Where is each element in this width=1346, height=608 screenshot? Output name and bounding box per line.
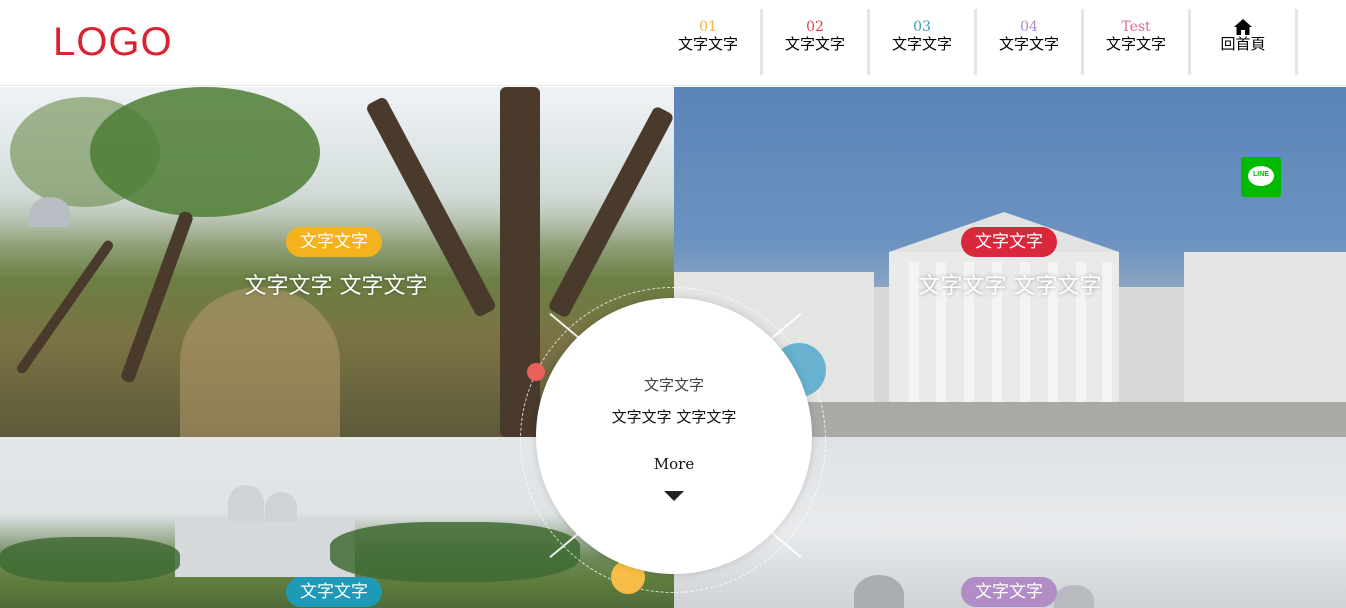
nav-number: 04 — [1020, 19, 1038, 35]
nav-item-03[interactable]: 03 文字文字 — [870, 9, 977, 75]
line-share-button[interactable]: LINE — [1241, 157, 1281, 197]
line-icon-text: LINE — [1253, 171, 1269, 178]
nav-label: 文字文字 — [891, 35, 952, 53]
building-wing — [1184, 252, 1346, 422]
logo[interactable]: LOGO — [53, 18, 173, 66]
tree-trunk — [547, 105, 674, 319]
intro-circle: 文字文字 文字文字 文字文字 More — [536, 298, 812, 574]
tile-title: 文字文字 文字文字 — [244, 274, 428, 299]
caret-down-icon[interactable] — [664, 491, 684, 501]
dome — [30, 197, 70, 227]
nav-number: 02 — [806, 19, 824, 35]
dome — [1054, 585, 1094, 608]
circle-subtitle: 文字文字 — [643, 376, 704, 394]
dome — [228, 485, 264, 521]
nav-label: 文字文字 — [677, 35, 738, 53]
tree-trunk — [15, 238, 115, 376]
nav-label: 文字文字 — [1105, 35, 1166, 53]
tree-foliage — [90, 87, 320, 217]
category-badge[interactable]: 文字文字 — [961, 227, 1057, 257]
circle-title: 文字文字 文字文字 — [611, 408, 737, 426]
nav-item-04[interactable]: 04 文字文字 — [977, 9, 1084, 75]
nav-number: 03 — [913, 19, 931, 35]
nav-number: Test — [1121, 19, 1151, 35]
main-nav: 01 文字文字 02 文字文字 03 文字文字 04 文字文字 Test 文字文… — [656, 9, 1298, 75]
nav-item-test[interactable]: Test 文字文字 — [1084, 9, 1191, 75]
category-badge[interactable]: 文字文字 — [286, 227, 382, 257]
dirt-path — [180, 287, 340, 437]
category-badge[interactable]: 文字文字 — [286, 577, 382, 607]
site-header: LOGO 01 文字文字 02 文字文字 03 文字文字 04 文字文字 Tes… — [0, 0, 1346, 86]
home-icon — [1234, 19, 1252, 35]
tree-line — [0, 537, 180, 582]
tile-title: 文字文字 文字文字 — [918, 274, 1102, 299]
nav-number: 01 — [699, 19, 717, 35]
nav-label: 文字文字 — [784, 35, 845, 53]
dome — [854, 575, 904, 608]
nav-item-home[interactable]: 回首頁 — [1191, 9, 1298, 75]
nav-label: 回首頁 — [1220, 35, 1266, 53]
nav-item-01[interactable]: 01 文字文字 — [656, 9, 763, 75]
nav-label: 文字文字 — [998, 35, 1059, 53]
tree-line — [330, 522, 580, 582]
more-link[interactable]: More — [536, 455, 812, 473]
dome — [265, 492, 297, 522]
category-badge[interactable]: 文字文字 — [961, 577, 1057, 607]
nav-item-02[interactable]: 02 文字文字 — [763, 9, 870, 75]
building-facade — [175, 517, 355, 577]
